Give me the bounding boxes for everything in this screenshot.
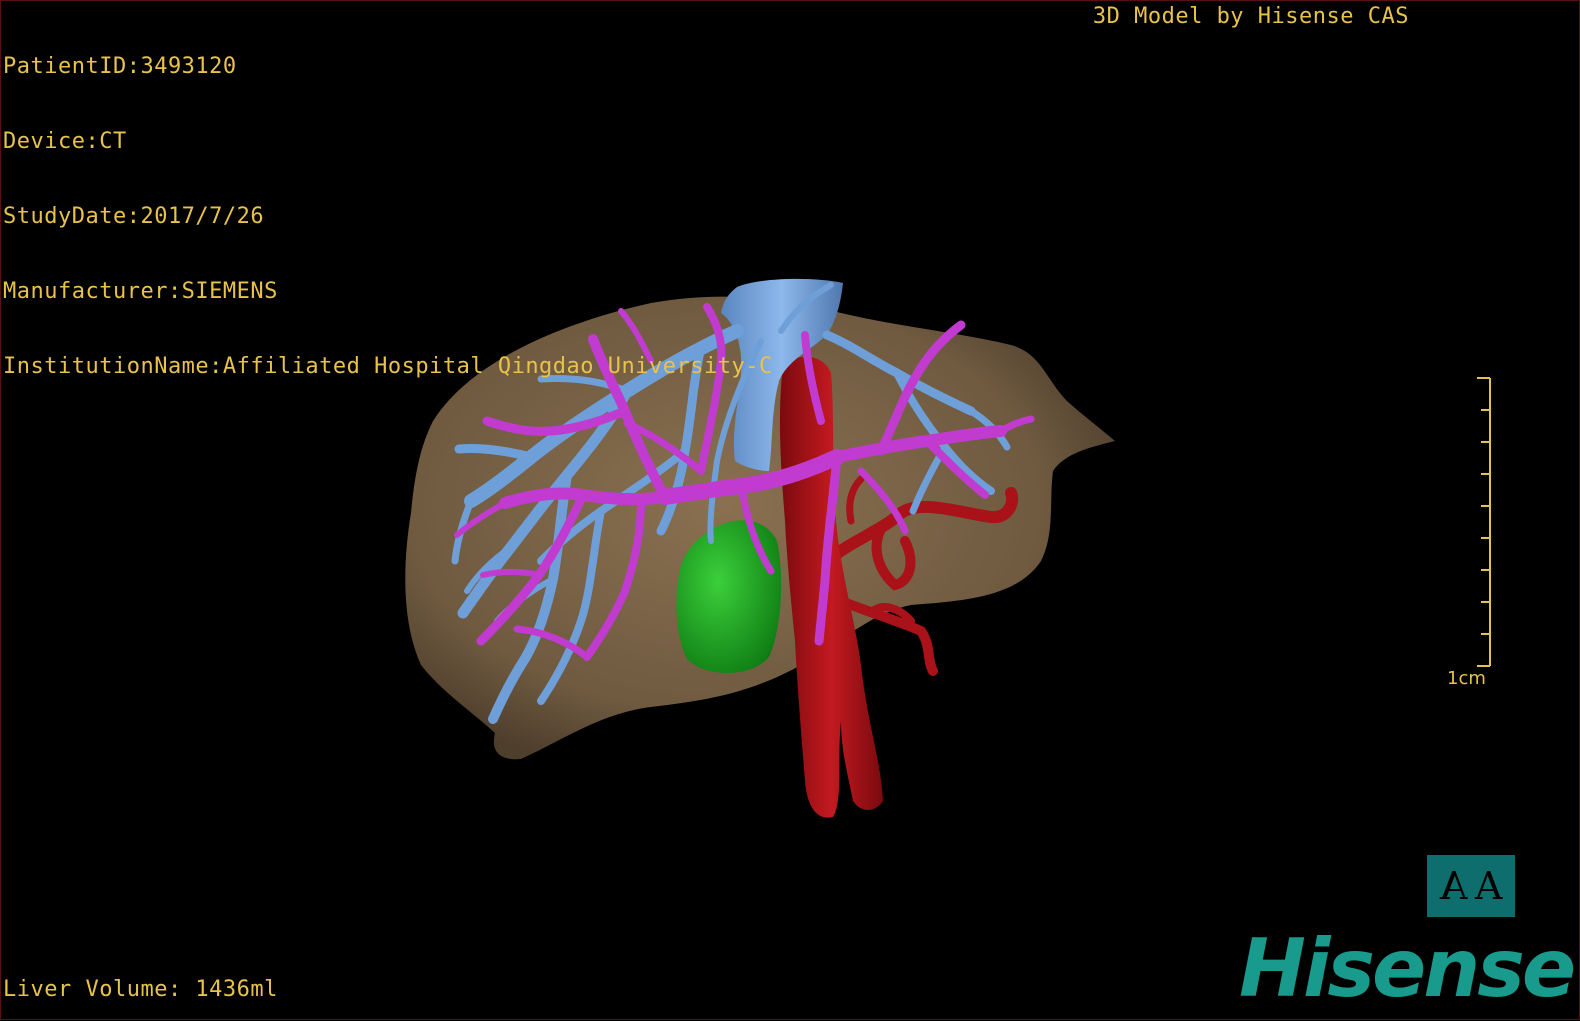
liver-volume-readout: Liver Volume: 1436ml	[3, 977, 278, 1002]
orientation-left-glyph: A	[1439, 864, 1467, 908]
3d-render-viewport[interactable]: PatientID:3493120 Device:CT StudyDate:20…	[0, 0, 1580, 1020]
device: Device:CT	[3, 129, 127, 154]
hisense-logo: Hisense	[1239, 922, 1576, 1015]
scale-bar-icon	[1477, 377, 1491, 667]
orientation-right-glyph: A	[1475, 864, 1503, 908]
manufacturer: Manufacturer:SIEMENS	[3, 279, 278, 304]
patient-id: PatientID:3493120	[3, 54, 237, 79]
orientation-cube-icon[interactable]: A A	[1427, 855, 1515, 917]
study-date: StudyDate:2017/7/26	[3, 204, 265, 229]
institution-name: InstitutionName:Affiliated Hospital Qing…	[3, 354, 773, 379]
scale-label: 1cm	[1447, 668, 1486, 689]
dicom-info-overlay: PatientID:3493120 Device:CT StudyDate:20…	[3, 4, 773, 429]
model-credit: 3D Model by Hisense CAS	[1092, 4, 1409, 29]
